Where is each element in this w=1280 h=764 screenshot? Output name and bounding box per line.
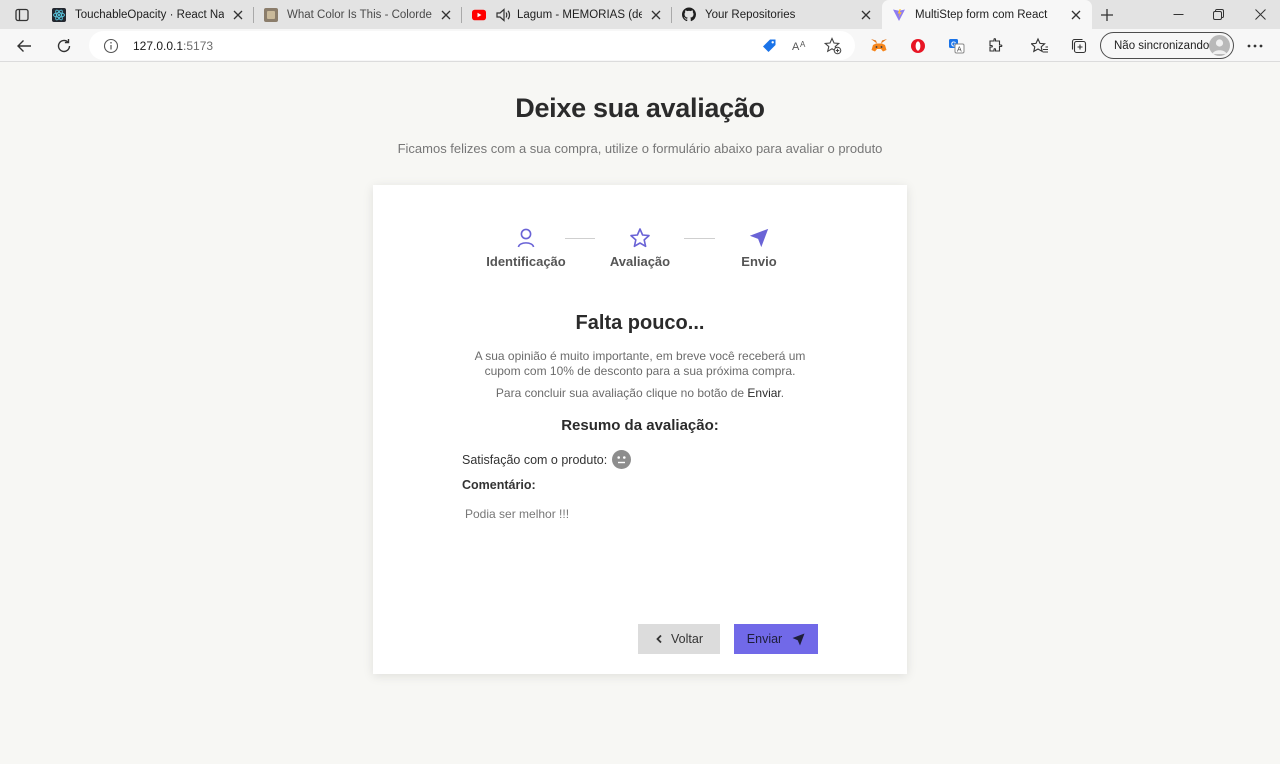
profile-sync-button[interactable]: Não sincronizando (1100, 32, 1234, 59)
youtube-icon (472, 8, 486, 22)
comment-label: Comentário: (462, 478, 536, 492)
url-port: :5173 (183, 39, 214, 53)
tab-actions-icon (15, 8, 29, 22)
tab-actions-button[interactable] (8, 4, 36, 26)
step-label: Envio (741, 254, 777, 269)
avatar (1209, 35, 1230, 56)
read-aloud-icon[interactable]: AA (791, 36, 811, 56)
instruction-text: Para concluir sua avaliação clique no bo… (495, 386, 748, 400)
extensions-icon[interactable] (985, 35, 1007, 57)
more-options-icon[interactable] (1244, 35, 1266, 57)
summary-title: Resumo da avaliação: (561, 417, 719, 434)
browser-tab[interactable]: Your Repositories (672, 0, 882, 29)
tab-title: Lagum - MEMÓRIAS (de onde eu... (517, 8, 642, 21)
tab-title: MultiStep form com React (915, 8, 1048, 21)
arrow-left-icon (17, 40, 31, 52)
step-label: Avaliação (609, 254, 671, 269)
step-identificacao: Identificação (476, 227, 576, 269)
close-icon[interactable] (858, 7, 874, 23)
github-icon (682, 7, 696, 22)
form-card: Identificação Avaliação Envio Falta pouc… (373, 185, 907, 674)
close-icon[interactable] (230, 7, 246, 23)
new-tab-button[interactable] (1096, 4, 1118, 26)
chevron-left-icon (655, 634, 663, 644)
browser-tab-active[interactable]: MultiStep form com React (882, 0, 1092, 29)
step-label: Identificação (486, 254, 566, 269)
sync-label: Não sincronizando (1114, 39, 1210, 52)
react-icon (52, 7, 66, 22)
address-bar[interactable]: 127.0.0.1:5173 AA (89, 31, 855, 60)
svg-text:A: A (792, 41, 800, 53)
opera-icon[interactable] (907, 35, 929, 57)
tab-title: TouchableOpacity · React Native (75, 8, 224, 21)
step-heading: Falta pouco... (575, 312, 705, 334)
neutral-face-icon (612, 450, 632, 469)
back-button-label: Voltar (671, 632, 703, 646)
svg-text:A: A (957, 47, 962, 54)
step-avaliacao: Avaliação (600, 227, 680, 269)
submit-button-label: Enviar (746, 632, 783, 646)
minimize-icon (1173, 14, 1183, 15)
plus-icon (1101, 9, 1113, 21)
browser-tab[interactable]: What Color Is This - Colordesigner (254, 0, 462, 29)
satisfaction-label: Satisfação com o produto: (462, 452, 608, 467)
shopping-tag-icon[interactable] (759, 36, 779, 56)
close-icon (1254, 9, 1266, 20)
restore-icon (1212, 9, 1224, 20)
svg-text:A: A (800, 40, 806, 49)
page-subtitle: Ficamos felizes com a sua compra, utiliz… (397, 141, 883, 156)
vite-icon (892, 8, 906, 22)
step-envio: Envio (729, 227, 789, 269)
close-window-button[interactable] (1240, 0, 1280, 29)
favorites-icon[interactable] (1029, 35, 1051, 57)
submit-button[interactable]: Enviar (734, 624, 818, 654)
send-icon (748, 227, 770, 249)
instruction-suffix: . (780, 386, 785, 400)
metamask-icon[interactable] (868, 35, 890, 57)
summary-instruction: Para concluir sua avaliação clique no bo… (463, 386, 817, 401)
translate-icon[interactable]: GA (946, 35, 968, 57)
user-icon (515, 227, 537, 249)
url-host: 127.0.0.1 (133, 39, 184, 53)
comment-value: Podia ser melhor !!! (465, 507, 570, 521)
browser-tab[interactable]: TouchableOpacity · React Native (42, 0, 254, 29)
browser-tab[interactable]: Lagum - MEMÓRIAS (de onde eu... (462, 0, 672, 29)
send-icon (792, 633, 805, 646)
minimize-button[interactable] (1158, 0, 1198, 29)
restore-button[interactable] (1198, 0, 1238, 29)
back-nav-button[interactable] (10, 32, 38, 60)
tab-title: What Color Is This - Colordesigner (287, 8, 432, 21)
close-icon[interactable] (438, 7, 454, 23)
favorite-add-icon[interactable] (823, 36, 843, 56)
browser-toolbar: 127.0.0.1:5173 AA GA Não sincronizando (0, 29, 1280, 62)
instruction-highlight: Enviar (747, 386, 781, 400)
summary-message: A sua opinião é muito importante, em bre… (474, 349, 806, 378)
step-connector (565, 238, 595, 239)
page-title: Deixe sua avaliação (515, 93, 765, 123)
collections-icon[interactable] (1068, 35, 1090, 57)
speaker-icon[interactable] (495, 7, 511, 22)
reload-icon (57, 39, 71, 53)
info-icon[interactable] (103, 38, 119, 54)
tab-title: Your Repositories (705, 8, 796, 21)
satisfaction-row: Satisfação com o produto: (462, 450, 632, 469)
colordesigner-icon (264, 7, 278, 22)
close-icon[interactable] (648, 7, 664, 23)
step-connector (684, 238, 715, 239)
star-icon (629, 227, 651, 249)
reload-button[interactable] (50, 32, 78, 60)
close-icon[interactable] (1068, 7, 1084, 23)
back-button[interactable]: Voltar (638, 624, 720, 654)
url-text: 127.0.0.1:5173 (133, 39, 213, 53)
browser-tab-bar: TouchableOpacity · React Native What Col… (0, 0, 1280, 29)
